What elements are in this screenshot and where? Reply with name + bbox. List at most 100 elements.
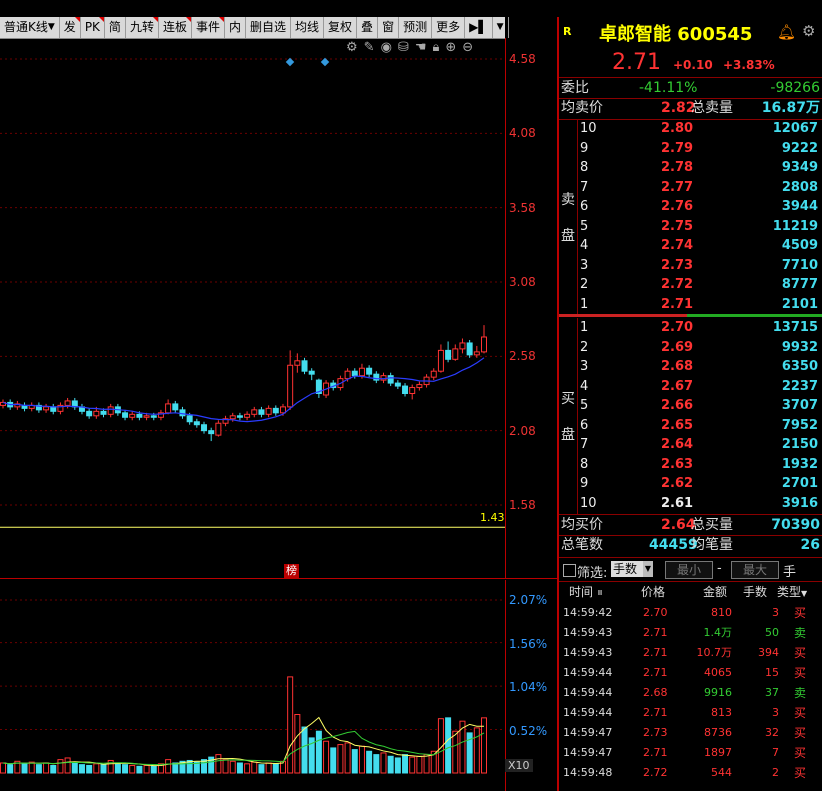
toolbar-button[interactable]: 简 — [105, 17, 126, 38]
toolbar-button[interactable]: 事件 — [192, 17, 225, 38]
sell-level-row[interactable]: 6 2.76 3944 — [559, 197, 822, 217]
level-price: 2.69 — [661, 339, 694, 355]
tick-row[interactable]: 14:59:42 2.70 810 3 买 — [559, 603, 822, 623]
bang-badge[interactable]: 榜 — [284, 564, 299, 578]
buy-level-row[interactable]: 8 2.63 1932 — [559, 455, 822, 475]
volume-bar — [445, 717, 452, 774]
chart-type-label: 普通K线 — [4, 20, 48, 34]
last-price: 2.71 — [612, 50, 661, 75]
filter-max-input[interactable]: 最大 — [731, 561, 779, 579]
tick-row[interactable]: 14:59:44 2.71 4065 15 买 — [559, 663, 822, 683]
sell-level-row[interactable]: 7 2.77 2808 — [559, 178, 822, 198]
filter-checkbox[interactable] — [563, 564, 576, 577]
toolbar-button[interactable]: 更多 — [432, 17, 466, 38]
candle — [459, 338, 466, 354]
filter-unit-select[interactable]: 手数 ▼ — [611, 561, 653, 577]
volume-tick-label: 0.52% — [509, 724, 548, 739]
volume-bar — [337, 744, 344, 774]
toolbar-button[interactable]: 均线 — [291, 17, 325, 38]
toolbar-button[interactable]: 连板 — [159, 17, 192, 38]
sell-level-row[interactable]: 3 2.73 7710 — [559, 256, 822, 276]
tick-row[interactable]: 14:59:47 2.73 8736 32 买 — [559, 723, 822, 743]
tick-price: 2.71 — [643, 746, 668, 759]
candle — [50, 403, 57, 415]
play-icon[interactable]: ▶▌ — [465, 17, 493, 38]
bell-icon[interactable]: 🔔︎ — [777, 23, 796, 41]
level-num: 4 — [580, 238, 589, 253]
level-volume: 8777 — [781, 277, 818, 292]
tick-price: 2.71 — [643, 646, 668, 659]
volume-bar — [373, 754, 380, 774]
tick-amount: 544 — [711, 766, 732, 779]
toolbar-button[interactable]: 内 — [225, 17, 246, 38]
toolbar-button[interactable]: 窗 — [378, 17, 400, 38]
buy-level-row[interactable]: 10 2.61 3916 — [559, 494, 822, 514]
toolbar-button[interactable]: 预测 — [399, 17, 433, 38]
buy-book: 买 盘 1 2.70 13715 2 2.69 9932 3 2.68 6350 4 … — [559, 318, 822, 514]
kline-chart[interactable] — [0, 38, 505, 791]
sell-level-row[interactable]: 1 2.71 2101 — [559, 295, 822, 315]
tick-row[interactable]: 14:59:48 2.72 544 2 买 — [559, 763, 822, 783]
event-marker — [285, 57, 295, 67]
tick-price: 2.72 — [643, 766, 668, 779]
tick-row[interactable]: 14:59:44 2.68 9916 37 卖 — [559, 683, 822, 703]
tick-amount: 1897 — [704, 746, 732, 759]
tick-price: 2.71 — [643, 666, 668, 679]
tick-hands: 15 — [765, 666, 779, 679]
level-num: 8 — [580, 456, 589, 472]
tick-amount: 8736 — [704, 726, 732, 739]
min-price-label: 1.43 — [480, 511, 505, 524]
more-dropdown-icon[interactable]: ▼ — [493, 17, 509, 38]
toolbar-button[interactable]: 复权 — [324, 17, 358, 38]
toolbar-button[interactable]: 发 — [60, 17, 81, 38]
candle — [287, 350, 294, 410]
candle — [430, 368, 437, 381]
weibi-diff: -98266 — [770, 80, 820, 96]
volume-bar — [172, 762, 179, 774]
level-num: 1 — [580, 320, 589, 335]
sell-level-row[interactable]: 5 2.75 11219 — [559, 217, 822, 237]
tick-row[interactable]: 14:59:47 2.71 1897 7 买 — [559, 743, 822, 763]
tick-row[interactable]: 14:59:43 2.71 10.7万 394 买 — [559, 643, 822, 663]
candle — [394, 380, 401, 390]
buy-level-row[interactable]: 3 2.68 6350 — [559, 357, 822, 377]
gear-icon[interactable]: ⚙ — [802, 22, 815, 40]
buy-level-row[interactable]: 5 2.66 3707 — [559, 396, 822, 416]
level-volume: 9932 — [781, 339, 818, 355]
tick-row[interactable]: 14:59:43 2.71 1.4万 50 卖 — [559, 623, 822, 643]
sell-level-row[interactable]: 2 2.72 8777 — [559, 275, 822, 295]
buy-level-row[interactable]: 9 2.62 2701 — [559, 474, 822, 494]
quote-panel: R 卓郎智能 600545 🔔︎ ⚙ 2.71 +0.10 +3.83% 委比 … — [557, 17, 822, 791]
toolbar-button[interactable]: 删自选 — [246, 17, 292, 38]
toolbar-button[interactable]: 九转 — [126, 17, 159, 38]
col-type[interactable]: 类型▼ — [777, 582, 807, 604]
trade-stats-row: 总笔数 44459 均笔量 26 — [559, 535, 822, 555]
volume-bar — [387, 755, 394, 774]
level-num: 3 — [580, 359, 589, 374]
buy-level-row[interactable]: 4 2.67 2237 — [559, 377, 822, 397]
tick-row[interactable]: 14:59:44 2.71 813 3 买 — [559, 703, 822, 723]
sell-level-row[interactable]: 10 2.80 12067 — [559, 119, 822, 139]
buy-level-row[interactable]: 1 2.70 13715 — [559, 318, 822, 338]
toolbar-button[interactable]: PK — [81, 17, 105, 38]
volume-bar — [129, 764, 136, 774]
sell-level-row[interactable]: 8 2.78 9349 — [559, 158, 822, 178]
sell-level-row[interactable]: 9 2.79 9222 — [559, 139, 822, 159]
pause-icon[interactable]: ⏸ — [597, 582, 603, 602]
level-volume: 2150 — [781, 437, 818, 452]
buy-level-row[interactable]: 7 2.64 2150 — [559, 435, 822, 455]
volume-bar — [294, 713, 301, 774]
volume-scale: X10 — [505, 759, 533, 772]
toolbar-button[interactable]: 叠 — [357, 17, 379, 38]
tick-price: 2.73 — [643, 726, 668, 739]
filter-min-input[interactable]: 最小 — [665, 561, 713, 579]
buy-level-row[interactable]: 2 2.69 9932 — [559, 338, 822, 358]
level-volume: 4509 — [781, 238, 818, 253]
buy-level-row[interactable]: 6 2.65 7952 — [559, 416, 822, 436]
volume-bar — [122, 764, 129, 774]
sell-level-row[interactable]: 4 2.74 4509 — [559, 236, 822, 256]
tick-price: 2.68 — [643, 686, 668, 699]
chart-type-select[interactable]: 普通K线 ▼ — [0, 17, 60, 38]
tick-price: 2.71 — [643, 626, 668, 639]
candle — [165, 399, 172, 415]
